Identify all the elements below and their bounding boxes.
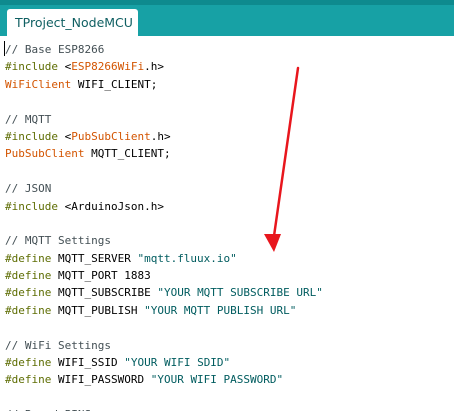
code-line[interactable]: // Base ESP8266 bbox=[5, 41, 323, 58]
code-token-directive: #include bbox=[5, 60, 58, 74]
code-lines: // Base ESP8266 #include <ESP8266WiFi.h> W… bbox=[5, 41, 323, 411]
code-token-directive: #define bbox=[5, 286, 52, 300]
code-token-string: "YOUR MQTT PUBLISH URL" bbox=[144, 303, 297, 317]
code-line[interactable]: ​ bbox=[5, 215, 323, 232]
code-token-comment: // JSON bbox=[5, 182, 52, 196]
code-line[interactable]: // MQTT bbox=[5, 111, 323, 128]
code-token-directive: #define bbox=[5, 303, 52, 317]
code-line[interactable]: // JSON bbox=[5, 180, 323, 197]
code-token-comment: // WiFi Settings bbox=[5, 338, 111, 352]
code-token-comment: // MQTT Settings bbox=[5, 234, 111, 248]
code-token-plain: <ArduinoJson.h> bbox=[57, 199, 164, 213]
code-token-string: "YOUR MQTT SUBSCRIBE URL" bbox=[157, 286, 323, 300]
code-line[interactable]: WiFiClient WIFI_CLIENT; bbox=[5, 76, 323, 93]
code-token-comment: // MQTT bbox=[5, 112, 52, 126]
code-token-string: "mqtt.fluux.io" bbox=[137, 251, 237, 265]
code-token-directive: #include bbox=[5, 199, 58, 213]
code-token-directive: #define bbox=[5, 251, 52, 265]
code-line[interactable]: ​ bbox=[5, 319, 323, 336]
code-line[interactable]: #define MQTT_SUBSCRIBE "YOUR MQTT SUBSCR… bbox=[5, 284, 323, 301]
code-line[interactable]: #define MQTT_PORT 1883 bbox=[5, 267, 323, 284]
code-token-plain: .h> bbox=[150, 129, 171, 143]
code-token-directive: #define bbox=[5, 356, 52, 370]
code-token-directive: #define bbox=[5, 269, 52, 283]
code-line[interactable]: #include <ESP8266WiFi.h> bbox=[5, 58, 323, 75]
code-line[interactable]: // WiFi Settings bbox=[5, 337, 323, 354]
code-line[interactable]: ​ bbox=[5, 93, 323, 110]
code-token-directive: #define bbox=[5, 373, 52, 387]
code-token-plain: MQTT_CLIENT; bbox=[84, 147, 171, 161]
code-line[interactable]: // MQTT Settings bbox=[5, 232, 323, 249]
code-token-plain: MQTT_PORT 1883 bbox=[51, 269, 151, 283]
code-token-comment: // Base ESP8266 bbox=[5, 43, 105, 56]
code-line[interactable]: PubSubClient MQTT_CLIENT; bbox=[5, 145, 323, 162]
code-token-string: "YOUR WIFI SDID" bbox=[124, 356, 231, 370]
code-line[interactable]: #define WIFI_PASSWORD "YOUR WIFI PASSWOR… bbox=[5, 371, 323, 388]
code-token-plain: .h> bbox=[144, 60, 164, 74]
tab-bar-top-strip bbox=[0, 0, 454, 5]
code-line[interactable]: #define MQTT_PUBLISH "YOUR MQTT PUBLISH … bbox=[5, 302, 323, 319]
code-token-directive: #include bbox=[5, 129, 58, 143]
code-line[interactable]: #define WIFI_SSID "YOUR WIFI SDID" bbox=[5, 354, 323, 371]
code-line[interactable]: ​ bbox=[5, 389, 323, 406]
code-token-plain: WIFI_PASSWORD bbox=[51, 373, 151, 387]
code-line[interactable]: #define MQTT_SERVER "mqtt.fluux.io" bbox=[5, 250, 323, 267]
code-token-plain: WIFI_SSID bbox=[51, 356, 125, 370]
code-token-plain: WIFI_CLIENT; bbox=[71, 77, 158, 91]
code-line[interactable]: #include <ArduinoJson.h> bbox=[5, 198, 323, 215]
code-token-lib: ESP8266WiFi bbox=[71, 60, 145, 74]
code-token-plain: MQTT_SUBSCRIBE bbox=[51, 286, 158, 300]
code-line[interactable]: // Board PINS bbox=[5, 406, 323, 411]
code-line[interactable]: ​ bbox=[5, 163, 323, 180]
code-token-string: "YOUR WIFI PASSWORD" bbox=[150, 373, 284, 387]
code-token-type: PubSubClient bbox=[5, 147, 85, 161]
tab-tproject-nodemcu[interactable]: TProject_NodeMCU bbox=[7, 9, 138, 36]
code-line[interactable]: #include <PubSubClient.h> bbox=[5, 128, 323, 145]
code-token-lib: PubSubClient bbox=[71, 129, 151, 143]
code-token-type: WiFiClient bbox=[5, 77, 72, 91]
code-token-plain: < bbox=[57, 60, 72, 74]
code-token-plain: MQTT_SERVER bbox=[51, 251, 138, 265]
code-editor[interactable]: // Base ESP8266 #include <ESP8266WiFi.h> W… bbox=[0, 36, 454, 411]
tab-bar: TProject_NodeMCU bbox=[0, 0, 454, 36]
code-token-plain: MQTT_PUBLISH bbox=[51, 303, 145, 317]
code-token-plain: < bbox=[57, 129, 72, 143]
